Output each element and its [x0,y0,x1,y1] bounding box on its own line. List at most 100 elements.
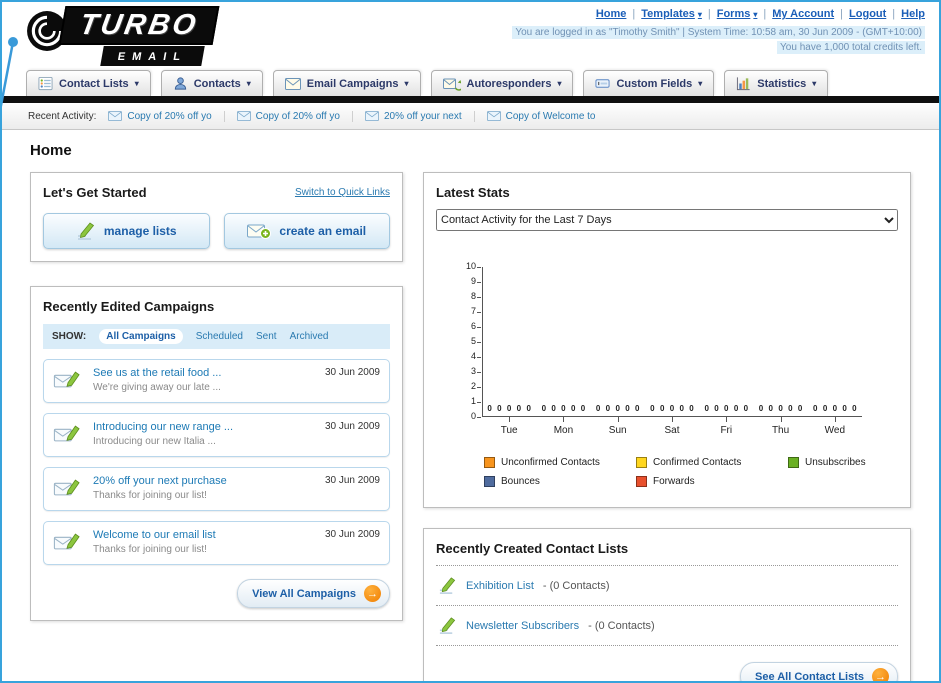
get-started-panel: Let's Get Started Switch to Quick Links … [30,172,403,262]
envelope-icon [237,111,251,121]
recent-activity-item[interactable]: Copy of 20% off yo [237,110,353,122]
y-tick-label: 9 [470,276,476,286]
app-logo[interactable]: TURBO EMAIL [10,4,270,66]
y-tick-label: 3 [470,366,476,376]
arrow-right-icon: → [364,585,381,602]
recent-activity-item[interactable]: 20% off your next [365,110,475,122]
tab-email-campaigns[interactable]: Email Campaigns ▾ [272,70,421,96]
custom-fields-icon [595,76,610,91]
manage-lists-button[interactable]: manage lists [43,213,210,249]
see-all-contact-lists-button[interactable]: See All Contact Lists → [739,662,898,681]
top-link-help[interactable]: Help [901,8,925,20]
contact-list-link[interactable]: Exhibition List [466,580,534,592]
credits-status-text: You have 1,000 total credits left. [777,41,925,54]
nav-divider-bar [2,96,939,103]
tab-autoresponders[interactable]: Autoresponders ▾ [430,70,574,96]
campaign-title-link[interactable]: Welcome to our email list [93,529,315,541]
campaign-row[interactable]: 20% off your next purchase Thanks for jo… [43,467,390,511]
x-tick-mark [509,417,511,422]
x-axis-label: Thu [771,425,790,436]
view-all-campaigns-button[interactable]: View All Campaigns → [237,579,390,608]
tab-contacts[interactable]: Contacts ▾ [160,70,263,96]
x-axis-label: Wed [824,425,846,436]
campaign-title-link[interactable]: Introducing our new range ... [93,421,315,433]
chart-value-label: 0 [526,404,531,413]
campaign-date: 30 Jun 2009 [324,475,380,486]
chart-value-label: 0 [635,404,640,413]
envelope-icon [108,111,122,121]
switch-quick-links-link[interactable]: Switch to Quick Links [295,187,390,198]
filter-archived[interactable]: Archived [290,331,329,342]
y-tick-mark [477,327,481,328]
top-link-logout[interactable]: Logout [849,8,886,20]
campaign-subtitle: Introducing our new Italia ... [93,436,216,447]
separator: | [892,8,896,20]
chart-value-label: 0 [724,404,729,413]
chart-value-label: 0 [487,404,492,413]
top-nav: Home | Templates ▾ | Forms ▾ | My Account … [596,8,925,20]
campaign-row[interactable]: Welcome to our email list Thanks for joi… [43,521,390,565]
y-tick-label: 10 [465,261,476,271]
chart-value-label: 0 [758,404,764,413]
legend-label: Forwards [653,476,695,487]
chevron-down-icon: ▾ [134,79,139,88]
x-axis-label: Sat [664,425,680,436]
filter-scheduled[interactable]: Scheduled [196,331,243,342]
filter-all-campaigns[interactable]: All Campaigns [99,329,183,344]
tab-custom-fields[interactable]: Custom Fields ▾ [583,70,715,96]
campaign-title-link[interactable]: See us at the retail food ... [93,367,315,379]
chart-value-label: 0 [580,404,586,413]
chart-value-label: 0 [595,404,601,413]
y-tick-mark [477,282,481,283]
top-link-templates[interactable]: Templates ▾ [641,8,702,20]
latest-stats-title: Latest Stats [436,185,510,200]
main-content: Home Let's Get Started Switch to Quick L… [2,130,939,681]
contact-list-item[interactable]: Exhibition List - (0 Contacts) [436,566,898,606]
chart-value-label: 0 [714,404,719,413]
separator: | [707,8,711,20]
create-email-button[interactable]: create an email [223,213,390,249]
chart-plot-area [482,267,862,417]
stats-period-select[interactable]: Contact Activity for the Last 7 Days [436,209,898,231]
chart-legend: Unconfirmed Contacts Confirmed Contacts Un… [484,457,939,495]
tab-contact-lists[interactable]: Contact Lists ▾ [26,70,151,96]
recent-activity-label: Recent Activity: [28,110,97,122]
campaign-row[interactable]: See us at the retail food ... We're givi… [43,359,390,403]
recent-activity-item[interactable]: Copy of 20% off yo [108,110,225,122]
top-link-forms[interactable]: Forms ▾ [717,8,758,20]
envelope-plus-icon [247,224,271,239]
chart-value-label: 0 [570,404,576,413]
chart-value-label: 0 [813,404,818,413]
chart-value-label: 0 [788,404,793,413]
chart-value-label: 0 [743,404,749,413]
y-tick-label: 0 [470,411,476,421]
legend-swatch [636,457,647,468]
campaign-date: 30 Jun 2009 [324,421,380,432]
filter-sent[interactable]: Sent [256,331,277,342]
chart-value-label: 0 [541,404,547,413]
contact-list-item[interactable]: Newsletter Subscribers - (0 Contacts) [436,606,898,646]
x-axis-label: Sun [608,425,627,436]
legend-swatch [636,476,647,487]
contact-list-link[interactable]: Newsletter Subscribers [466,620,579,632]
recent-activity-item[interactable]: Copy of Welcome to [487,111,608,122]
chart-value-label: 0 [650,404,655,413]
x-tick-mark [617,417,619,422]
y-tick-mark [477,267,481,268]
chart-value-label: 0 [669,404,675,413]
campaign-date: 30 Jun 2009 [324,529,380,540]
chart-value-label: 0 [659,404,665,413]
top-link-home[interactable]: Home [596,8,627,20]
top-link-my-account[interactable]: My Account [772,8,834,20]
email-campaigns-icon [285,78,301,90]
campaign-row[interactable]: Introducing our new range ... Introducin… [43,413,390,457]
pencil-icon [76,221,96,241]
page-title: Home [30,142,72,159]
chevron-down-icon: ▾ [698,79,703,88]
envelope-icon [365,111,379,121]
tab-statistics[interactable]: Statistics ▾ [724,70,829,96]
view-all-campaigns-label: View All Campaigns [252,587,356,600]
arrow-right-icon: → [872,668,889,681]
main-nav: Contact Lists ▾ Contacts ▾ Email Campaig… [26,70,829,96]
campaign-title-link[interactable]: 20% off your next purchase [93,475,315,487]
